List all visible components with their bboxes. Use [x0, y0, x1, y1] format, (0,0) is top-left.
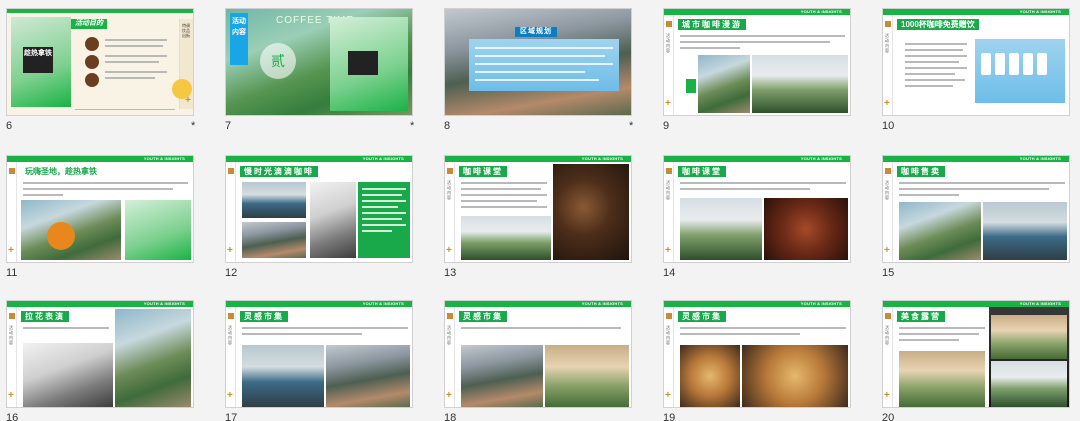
section-number-badge: 贰 — [260, 43, 296, 79]
coffee-bean-icon — [85, 73, 99, 87]
slide-preview[interactable]: YOUTH & INSIGHTS 活动内容 + 城市咖啡漫游 — [663, 8, 851, 116]
slide-tag: YOUTH & INSIGHTS — [581, 301, 623, 306]
plus-icon: + — [665, 98, 671, 109]
slide-number: 13 — [444, 267, 457, 279]
slide-title: 1000杯咖啡免费赠饮 — [897, 19, 979, 30]
slide-title: 美食露营 — [897, 311, 945, 322]
side-text: 特调饮品出街 — [182, 23, 190, 38]
slide-title: 灵感市集 — [459, 311, 507, 322]
slide-preview[interactable]: YOUTH & INSIGHTS 活动内容 + 灵感市集 — [444, 300, 632, 408]
slide-preview[interactable]: YOUTH & INSIGHTS + 玩嗨圣地，趁热拿铁 — [6, 155, 194, 263]
plus-icon: + — [884, 98, 890, 109]
slide-preview[interactable]: YOUTH & INSIGHTS 活动内容 + 灵感市集 — [663, 300, 851, 408]
slide-preview[interactable]: YOUTH & INSIGHTS 活动内容 + 1000杯咖啡免费赠饮 — [882, 8, 1070, 116]
plus-icon: + — [227, 245, 233, 256]
slide-number: 18 — [444, 412, 457, 421]
slide-number: 17 — [225, 412, 238, 421]
slide-number: 20 — [882, 412, 895, 421]
transition-star-icon: * — [191, 120, 196, 132]
slide-number: 7 — [225, 120, 232, 132]
slide-tag: YOUTH & INSIGHTS — [800, 9, 842, 14]
slide-preview[interactable]: 趁热拿铁 活动目的 特调饮品出街 + — [6, 8, 194, 116]
plus-icon: + — [8, 245, 14, 256]
slide-number: 15 — [882, 267, 895, 279]
transition-star-icon: * — [629, 120, 634, 132]
slide-tag: YOUTH & INSIGHTS — [1019, 156, 1061, 161]
slide-title: 咖啡课堂 — [459, 166, 507, 177]
slide-tag: YOUTH & INSIGHTS — [1019, 301, 1061, 306]
slide-title: 慢时光滴滴咖啡 — [240, 166, 318, 177]
slide-tag: YOUTH & INSIGHTS — [143, 301, 185, 306]
slide-preview[interactable]: YOUTH & INSIGHTS 活动内容 + 拉花表演 — [6, 300, 194, 408]
plus-icon: + — [446, 390, 452, 401]
slide-preview[interactable]: 活动内容 COFFEE TIME 贰 — [225, 8, 413, 116]
slide-preview[interactable]: YOUTH & INSIGHTS 活动内容 + 咖啡课堂 — [444, 155, 632, 263]
slide-title: 城市咖啡漫游 — [678, 19, 746, 30]
plus-icon: + — [446, 245, 452, 256]
slide-tag: YOUTH & INSIGHTS — [143, 156, 185, 161]
slide-tag: YOUTH & INSIGHTS — [581, 156, 623, 161]
coffee-bean-icon — [85, 37, 99, 51]
plus-icon: + — [8, 390, 14, 401]
plus-icon: + — [665, 245, 671, 256]
slide-title: 活动目的 — [71, 19, 107, 29]
coffee-bean-icon — [85, 55, 99, 69]
slide-number: 8 — [444, 120, 451, 132]
poster-text: 趁热拿铁 — [23, 47, 53, 73]
slide-preview[interactable]: YOUTH & INSIGHTS 活动内容 + 咖啡售卖 — [882, 155, 1070, 263]
slide-number: 10 — [882, 120, 895, 132]
side-text: 活动内容 — [230, 13, 248, 65]
slide-title: 玩嗨圣地，趁热拿铁 — [25, 167, 97, 176]
slide-title: 咖啡售卖 — [897, 166, 945, 177]
slide-title: 区域规划 — [515, 27, 557, 37]
slide-title: 灵感市集 — [240, 311, 288, 322]
slide-title: 拉花表演 — [21, 311, 69, 322]
slide-number: 16 — [6, 412, 19, 421]
slide-number: 6 — [6, 120, 13, 132]
plus-icon: + — [665, 390, 671, 401]
slide-preview[interactable]: YOUTH & INSIGHTS 活动内容 + 灵感市集 — [225, 300, 413, 408]
slide-tag: YOUTH & INSIGHTS — [362, 301, 404, 306]
slide-number: 12 — [225, 267, 238, 279]
slide-tag: YOUTH & INSIGHTS — [800, 156, 842, 161]
transition-star-icon: * — [410, 120, 415, 132]
slide-preview[interactable]: YOUTH & INSIGHTS 活动内容 + 美食露营 — [882, 300, 1070, 408]
plus-icon: + — [227, 390, 233, 401]
plus-icon: + — [884, 245, 890, 256]
slide-tag: YOUTH & INSIGHTS — [800, 301, 842, 306]
slide-number: 19 — [663, 412, 676, 421]
slide-number: 14 — [663, 267, 676, 279]
slide-preview[interactable]: 区域规划 — [444, 8, 632, 116]
slide-preview[interactable]: YOUTH & INSIGHTS 活动内容 + 咖啡课堂 — [663, 155, 851, 263]
slide-title: 灵感市集 — [678, 311, 726, 322]
slide-tag: YOUTH & INSIGHTS — [1019, 9, 1061, 14]
slide-number: 9 — [663, 120, 670, 132]
slide-number: 11 — [6, 267, 18, 279]
slide-tag: YOUTH & INSIGHTS — [362, 156, 404, 161]
slide-preview[interactable]: YOUTH & INSIGHTS + 慢时光滴滴咖啡 — [225, 155, 413, 263]
slide-title: 咖啡课堂 — [678, 166, 726, 177]
plus-icon: + — [884, 390, 890, 401]
